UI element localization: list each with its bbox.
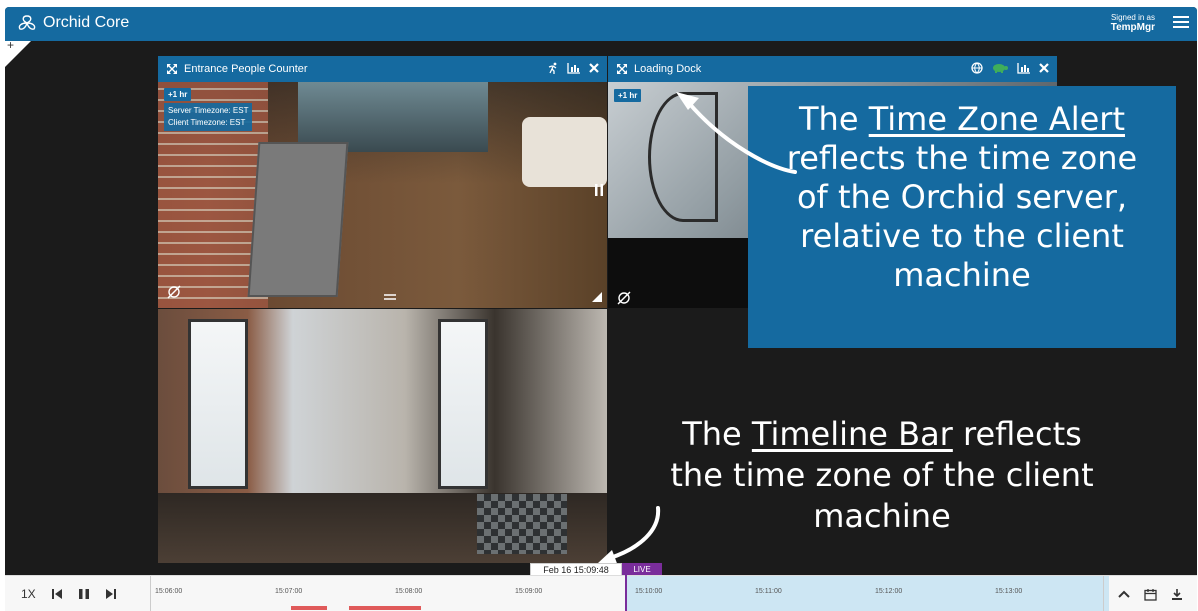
callout-text: the time zone of the client machine	[670, 455, 1094, 535]
tick-label: 15:07:00	[275, 588, 303, 595]
timezone-info-popup: Server Timezone: EST Client Timezone: ES…	[164, 103, 253, 131]
timeline-bar[interactable]: 1X 15:06:00 15:07:00 15:08:00 15:09:00 1…	[5, 570, 1197, 611]
ptz-disabled-icon[interactable]	[166, 284, 182, 300]
analytics-chart-icon[interactable]	[1017, 62, 1031, 74]
tile-title: Loading Dock	[634, 63, 702, 75]
time-zone-alert-callout: The Time Zone Alert reflects the time zo…	[748, 86, 1176, 348]
analytics-chart-icon[interactable]	[567, 62, 581, 74]
tick-label: 15:13:00	[995, 588, 1023, 595]
motion-segment[interactable]	[291, 606, 327, 610]
camera-tile-hallway[interactable]	[158, 309, 607, 563]
ptz-disabled-icon[interactable]	[616, 290, 632, 306]
calendar-icon[interactable]	[1144, 588, 1157, 601]
skip-back-icon[interactable]	[51, 588, 62, 600]
tile-header[interactable]: Loading Dock	[608, 56, 1057, 82]
plus-icon[interactable]: +	[7, 38, 14, 52]
brand[interactable]: Orchid Core	[17, 14, 129, 32]
skip-forward-icon[interactable]	[105, 588, 116, 600]
timeline-bar-callout: The Timeline Bar reflects the time zone …	[612, 414, 1152, 537]
tile-title: Entrance People Counter	[184, 63, 308, 75]
video-feed[interactable]	[158, 309, 607, 563]
camera-tile-entrance[interactable]: Entrance People Counter +1 hr Server Tim…	[158, 56, 607, 308]
expand-icon[interactable]	[616, 63, 628, 75]
client-timezone: Client Timezone: EST	[168, 118, 246, 127]
tick-label: 15:10:00	[635, 588, 663, 595]
globe-icon[interactable]	[971, 62, 983, 74]
pause-icon[interactable]	[78, 588, 90, 600]
tick-label: 15:08:00	[395, 588, 423, 595]
top-bar: Orchid Core Signed in as TempMgr	[5, 7, 1197, 41]
tick-label: 15:12:00	[875, 588, 903, 595]
future-zone	[625, 576, 1109, 611]
playhead[interactable]	[625, 570, 627, 611]
close-icon[interactable]	[1039, 63, 1049, 73]
callout-text: reflects the time zone of the Orchid ser…	[786, 139, 1138, 295]
callout-text: reflects	[952, 415, 1082, 453]
download-icon[interactable]	[1171, 588, 1183, 601]
resize-handle-icon[interactable]	[588, 288, 604, 304]
signed-in-label: Signed in as	[1110, 13, 1155, 22]
timeline-actions	[1103, 576, 1197, 611]
close-icon[interactable]	[589, 63, 599, 73]
tick-label: 15:09:00	[515, 588, 543, 595]
username[interactable]: TempMgr	[1111, 22, 1155, 34]
callout-link-text: Timeline Bar	[751, 415, 953, 453]
timezone-alert-badge[interactable]: +1 hr	[164, 88, 192, 101]
server-timezone: Server Timezone: EST	[168, 106, 249, 115]
timezone-alert-badge[interactable]: +1 hr	[614, 89, 642, 102]
callout-link-text: Time Zone Alert	[868, 100, 1125, 138]
tile-header[interactable]: Entrance People Counter	[158, 56, 607, 82]
hamburger-menu-icon[interactable]	[1173, 16, 1189, 30]
playback-controls: 1X	[5, 576, 150, 611]
turtle-icon[interactable]	[991, 62, 1009, 74]
tick-label: 15:11:00	[755, 588, 782, 595]
motion-segment[interactable]	[349, 606, 421, 610]
callout-text: The	[799, 100, 869, 138]
callout-text: The	[682, 415, 752, 453]
app-title: Orchid Core	[43, 14, 130, 31]
chevron-up-icon[interactable]	[1118, 589, 1130, 599]
timeline-track[interactable]: 15:06:00 15:07:00 15:08:00 15:09:00 15:1…	[150, 570, 1109, 611]
orchid-logo-icon	[18, 15, 36, 30]
tick-label: 15:06:00	[155, 588, 183, 595]
expand-icon[interactable]	[166, 63, 178, 75]
signed-in-info: Signed in as TempMgr	[1111, 13, 1155, 34]
pause-overlay-icon[interactable]	[591, 182, 607, 198]
drag-handle-icon[interactable]	[382, 288, 398, 304]
speed-button[interactable]: 1X	[21, 587, 36, 601]
running-person-icon[interactable]	[547, 62, 559, 74]
